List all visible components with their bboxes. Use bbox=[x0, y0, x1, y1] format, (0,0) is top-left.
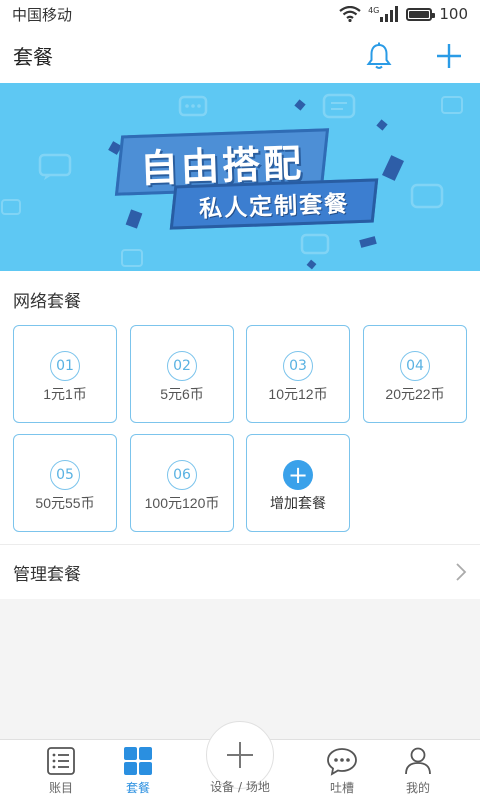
carrier-label: 中国移动 bbox=[12, 5, 73, 24]
add-plan-card[interactable]: + 增加套餐 bbox=[246, 434, 350, 532]
banner-subtitle-text: 私人定制套餐 bbox=[198, 191, 350, 223]
plan-number: 06 bbox=[167, 460, 197, 490]
plus-icon bbox=[227, 742, 253, 768]
plan-label: 50元55币 bbox=[35, 495, 95, 511]
notification-button[interactable] bbox=[361, 38, 397, 74]
network-type-label: 4G bbox=[368, 5, 380, 15]
chat-decoration-icon bbox=[300, 233, 330, 255]
manage-plans-row[interactable]: 管理套餐 bbox=[0, 544, 480, 599]
chat-decoration-icon bbox=[441, 96, 463, 114]
add-plan-icon: + bbox=[283, 460, 313, 490]
add-button[interactable] bbox=[431, 38, 467, 74]
plan-number: 01 bbox=[50, 351, 80, 381]
plan-number: 03 bbox=[283, 351, 313, 381]
battery-level: 100 bbox=[439, 5, 468, 23]
tab-profile[interactable]: 我的 bbox=[382, 740, 454, 800]
tab-label: 套餐 bbox=[125, 781, 150, 795]
tab-label: 账目 bbox=[48, 781, 73, 795]
shard-decoration bbox=[382, 155, 404, 181]
bell-icon bbox=[366, 42, 392, 69]
section-title: 网络套餐 bbox=[13, 292, 81, 312]
person-icon bbox=[405, 747, 431, 775]
plan-number: 04 bbox=[400, 351, 430, 381]
grid-icon bbox=[124, 747, 152, 775]
tab-plans[interactable]: 套餐 bbox=[102, 740, 174, 800]
shard-decoration bbox=[359, 236, 377, 248]
chat-decoration-icon bbox=[1, 199, 21, 215]
chat-decoration-icon bbox=[121, 249, 143, 267]
shard-decoration bbox=[306, 259, 317, 270]
plan-card-04[interactable]: 04 20元22币 bbox=[363, 325, 467, 423]
wifi-icon bbox=[339, 6, 361, 22]
shard-decoration bbox=[294, 99, 306, 111]
app-header: 套餐 bbox=[0, 28, 480, 83]
plus-icon bbox=[437, 43, 461, 68]
plan-number: 05 bbox=[50, 460, 80, 490]
add-plan-label: 增加套餐 bbox=[270, 496, 326, 512]
chat-decoration-icon bbox=[178, 95, 208, 117]
plan-label: 10元12币 bbox=[268, 386, 328, 402]
plan-label: 5元6币 bbox=[160, 386, 204, 402]
plan-card-05[interactable]: 05 50元55币 bbox=[13, 434, 117, 532]
battery-icon bbox=[406, 7, 436, 21]
chat-decoration-icon bbox=[410, 183, 444, 209]
tab-label: 吐槽 bbox=[329, 781, 354, 795]
chat-bubble-icon bbox=[327, 748, 357, 776]
plan-label: 20元22币 bbox=[385, 386, 445, 402]
list-icon bbox=[47, 747, 75, 775]
plan-card-01[interactable]: 01 1元1币 bbox=[13, 325, 117, 423]
shard-decoration bbox=[125, 209, 143, 229]
plan-label: 1元1币 bbox=[43, 386, 87, 402]
plan-label: 100元120币 bbox=[144, 495, 220, 511]
tab-accounts[interactable]: 账目 bbox=[25, 740, 97, 800]
signal-icon bbox=[380, 6, 399, 22]
chat-decoration-icon bbox=[322, 93, 356, 119]
status-icons: 4G 100 bbox=[339, 5, 468, 23]
status-bar: 中国移动 4G 100 bbox=[0, 0, 480, 28]
tab-comments[interactable]: 吐槽 bbox=[306, 740, 378, 800]
plan-card-03[interactable]: 03 10元12币 bbox=[246, 325, 350, 423]
plan-card-02[interactable]: 02 5元6币 bbox=[130, 325, 234, 423]
plan-card-06[interactable]: 06 100元120币 bbox=[130, 434, 234, 532]
chat-decoration-icon bbox=[38, 153, 72, 180]
banner-subtitle: 私人定制套餐 bbox=[169, 178, 379, 230]
shard-decoration bbox=[376, 119, 388, 131]
chevron-right-icon bbox=[456, 563, 467, 581]
plan-number: 02 bbox=[167, 351, 197, 381]
manage-plans-label: 管理套餐 bbox=[13, 564, 81, 585]
tab-label: 我的 bbox=[405, 781, 430, 795]
tab-label: 设备 / 场地 bbox=[210, 780, 270, 794]
network-plans-section: 网络套餐 01 1元1币 02 5元6币 03 10元12币 04 20元22币… bbox=[0, 271, 480, 544]
page-title: 套餐 bbox=[13, 45, 53, 69]
